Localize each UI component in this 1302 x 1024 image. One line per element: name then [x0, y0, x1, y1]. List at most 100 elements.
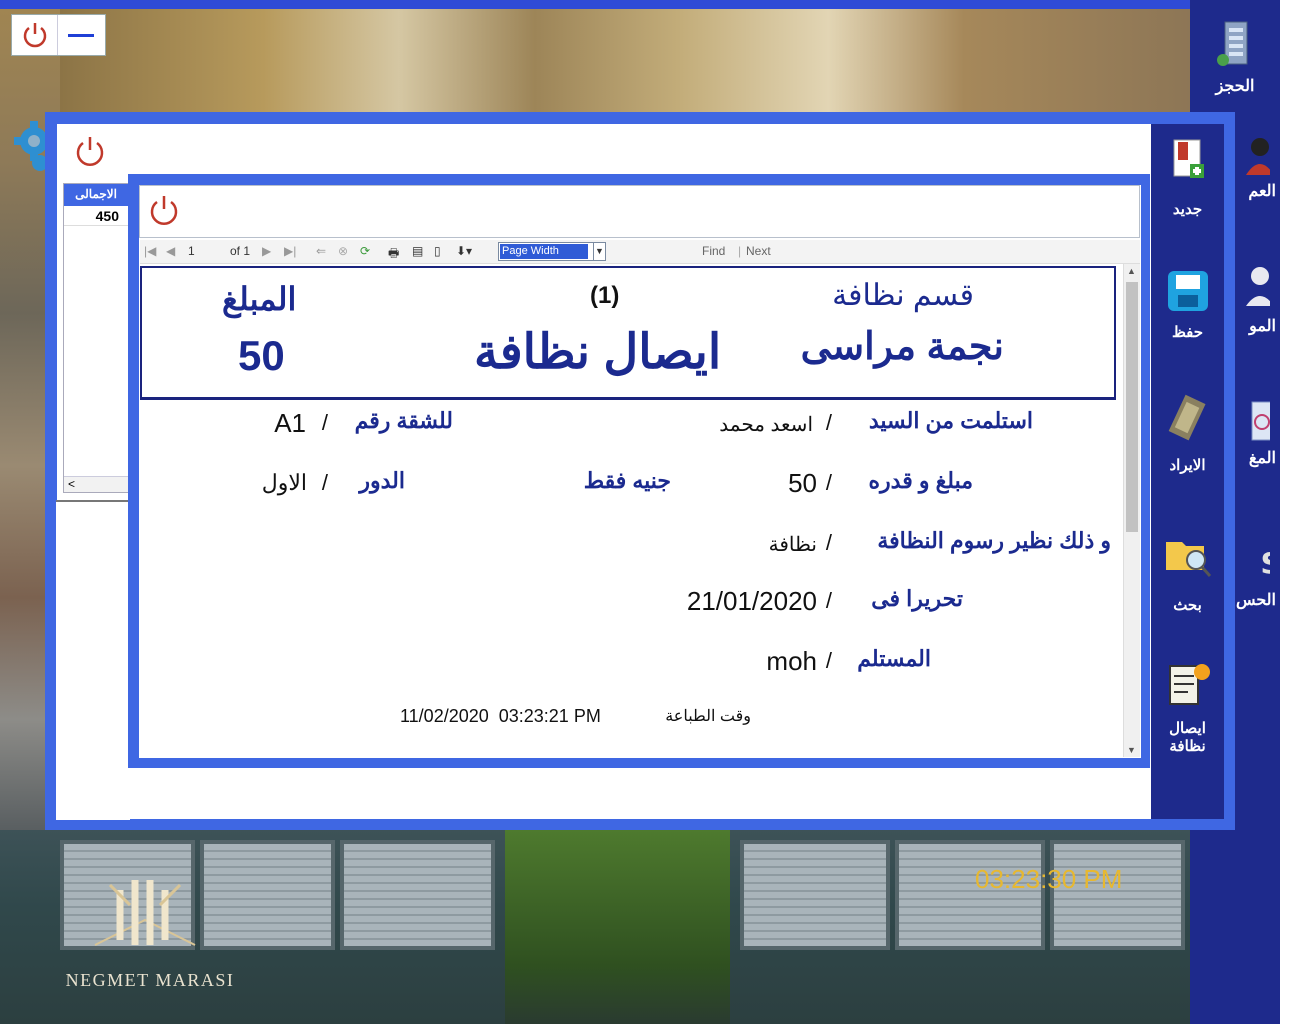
- page-count: of 1: [230, 244, 251, 258]
- receipt-number: (1): [590, 282, 620, 309]
- stop-icon[interactable]: ⊗: [338, 244, 348, 258]
- separator: /: [321, 410, 328, 435]
- separator: /: [825, 530, 832, 555]
- previous-page-icon[interactable]: ◀: [166, 244, 175, 258]
- reason-value: نظافة: [768, 534, 817, 556]
- date-label: تحريرا فى: [871, 586, 963, 611]
- outer-close-button[interactable]: [70, 133, 110, 169]
- background-garden: [505, 830, 730, 1024]
- scroll-down-icon[interactable]: ▼: [1127, 745, 1136, 755]
- report-titlebar: [139, 185, 1140, 238]
- grid-cell[interactable]: 450: [64, 206, 129, 226]
- print-time-label: وقت الطباعة: [665, 708, 751, 725]
- zoom-select[interactable]: Page Width ▼: [498, 242, 606, 261]
- sum-label: مبلغ و قدره: [868, 468, 973, 493]
- window-controls: [11, 14, 106, 56]
- power-icon: [150, 196, 178, 225]
- report-body: قسم نظافة نجمة مراسى (1) ايصال نظافة الم…: [140, 264, 1123, 757]
- background-shutter: [1050, 840, 1185, 950]
- department-label: قسم نظافة: [832, 279, 974, 312]
- receipt-title: ايصال نظافة: [474, 326, 722, 379]
- currency-label: جنيه فقط: [583, 468, 671, 493]
- grid-horizontal-scrollbar[interactable]: <: [64, 476, 129, 492]
- brand-logo: NEGMET MARASI: [30, 870, 250, 1000]
- page-setup-icon[interactable]: ▯: [434, 244, 441, 258]
- company-name: نجمة مراسى: [800, 326, 1004, 368]
- toolbar-item-label: الايراد: [1169, 457, 1206, 474]
- date-value: 21/01/2020: [686, 586, 817, 616]
- clock-display: 03:23:30 PM: [975, 864, 1123, 894]
- background-shutter: [895, 840, 1045, 950]
- user-icon: [1246, 138, 1270, 175]
- toolbar-item-label: بحث: [1173, 597, 1202, 614]
- amount-value: 50: [238, 332, 285, 379]
- outer-toolbar: جديد حفظ الايراد بحث ايصال نظافة: [1151, 124, 1224, 819]
- toolbar-item-label: حفظ: [1171, 324, 1204, 341]
- save-button[interactable]: حفظ: [1151, 269, 1224, 341]
- money-icon: $: [1260, 543, 1270, 583]
- receiver-value: moh: [766, 646, 817, 676]
- receiver-label: المستلم: [857, 646, 931, 671]
- background-shutter: [740, 840, 890, 950]
- chevron-down-icon[interactable]: ▼: [593, 243, 605, 260]
- separator: /: [825, 470, 832, 495]
- export-icon[interactable]: ⬇▾: [456, 244, 472, 258]
- floor-label: الدور: [359, 468, 405, 493]
- print-time-value: 11/02/2020 03:23:21 PM: [400, 706, 601, 726]
- separator: /: [825, 410, 832, 435]
- search-button[interactable]: بحث: [1151, 534, 1224, 614]
- separator: /: [825, 648, 832, 673]
- outer-lower-panel: [56, 500, 130, 820]
- minimize-icon: [68, 33, 94, 37]
- scrollbar-thumb[interactable]: [1126, 282, 1138, 532]
- scroll-up-icon[interactable]: ▲: [1127, 266, 1136, 276]
- back-icon[interactable]: ⇐: [316, 244, 326, 258]
- floor-value: الاول: [261, 470, 307, 495]
- report-close-button[interactable]: [144, 192, 184, 228]
- flat-value: A1: [274, 408, 306, 438]
- cleaning-receipt-button[interactable]: ايصال نظافة: [1151, 660, 1224, 756]
- received-from-value: اسعد محمد: [719, 414, 813, 436]
- toolbar-item-label: ايصال نظافة: [1169, 720, 1206, 755]
- power-icon: [23, 23, 46, 48]
- logo-text: NEGMET MARASI: [65, 970, 235, 990]
- print-icon[interactable]: 🖶: [388, 244, 399, 265]
- scroll-left-icon[interactable]: <: [68, 477, 75, 491]
- totals-grid: الاجمالى 450 <: [63, 183, 130, 493]
- print-layout-icon[interactable]: ▤: [412, 244, 423, 258]
- receipt-header: قسم نظافة نجمة مراسى (1) ايصال نظافة الم…: [140, 266, 1116, 400]
- last-page-icon[interactable]: ▶|: [284, 244, 296, 258]
- page-number-input[interactable]: 1: [188, 244, 195, 258]
- sidebar-item-booking[interactable]: الحجز: [1190, 18, 1280, 96]
- calendar-icon: [1251, 401, 1270, 441]
- report-vertical-scrollbar[interactable]: ▲ ▼: [1123, 264, 1140, 757]
- revenue-button[interactable]: الايراد: [1151, 394, 1224, 474]
- separator: /: [321, 470, 328, 495]
- sidebar-item-label: الحجز: [1215, 78, 1255, 95]
- separator: |: [738, 244, 742, 258]
- find-link[interactable]: Find: [702, 244, 725, 258]
- money-icon: [1168, 394, 1206, 441]
- receipt-icon: [1168, 664, 1210, 705]
- first-page-icon[interactable]: |◀: [144, 244, 156, 258]
- right-edge: [1280, 0, 1302, 1024]
- building-icon: [1217, 21, 1248, 66]
- refresh-icon[interactable]: ⟳: [360, 244, 370, 258]
- person-icon: [1246, 267, 1270, 306]
- new-button[interactable]: جديد: [1151, 138, 1224, 218]
- grid-header: الاجمالى: [64, 184, 129, 206]
- background-shutter: [340, 840, 495, 950]
- separator: /: [825, 588, 832, 613]
- power-button[interactable]: [12, 15, 58, 55]
- next-link[interactable]: Next: [746, 244, 771, 258]
- search-folder-icon: [1165, 542, 1211, 577]
- next-page-icon[interactable]: ▶: [262, 244, 271, 258]
- received-from-label: استلمت من السيد: [868, 408, 1033, 433]
- amount-label: المبلغ: [222, 281, 297, 317]
- flat-label: للشقة رقم: [354, 408, 453, 433]
- power-icon: [76, 137, 104, 166]
- minimize-button[interactable]: [58, 15, 104, 55]
- svg-text:$: $: [1260, 543, 1270, 583]
- toolbar-item-label: جديد: [1172, 201, 1203, 218]
- background-photo-houses: [60, 9, 1190, 124]
